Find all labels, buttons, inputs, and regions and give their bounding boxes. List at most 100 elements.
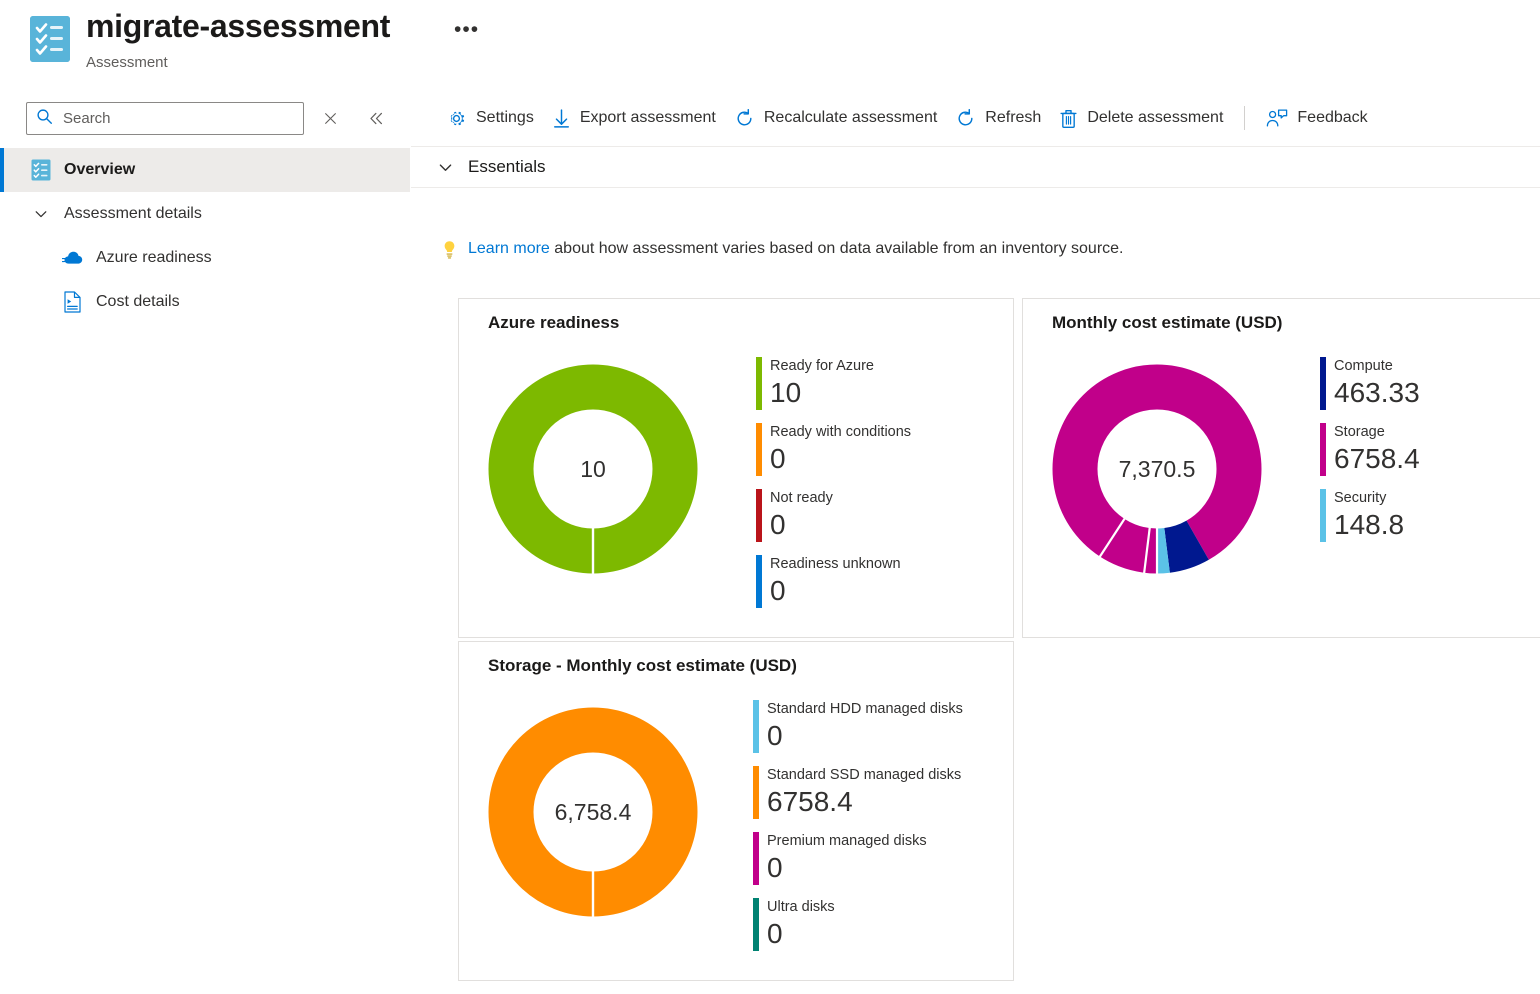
legend-label: Ready for Azure [770,358,874,374]
search-icon [36,108,53,130]
info-banner-text: Learn more about how assessment varies b… [468,238,1123,260]
donut-center-value: 7,370.5 [1118,455,1196,482]
page-header: migrate-assessment Assessment ••• [0,0,1540,90]
legend-value: 0 [770,443,786,474]
delete-assessment-button[interactable]: Delete assessment [1050,98,1232,138]
toolbar-item-label: Refresh [985,109,1042,126]
legend-value: 10 [770,377,802,408]
legend-value: 0 [767,852,783,883]
legend-item[interactable]: Readiness unknown 0 [756,555,911,608]
legend-item[interactable]: Not ready 0 [756,489,911,542]
azure-readiness-card: Azure readiness 10 Ready for Azure 10 Re… [458,298,1014,638]
essentials-divider-line [411,187,1540,188]
assessment-checklist-icon [30,159,52,181]
monthly-cost-donut-chart[interactable]: 7,370.5 [1051,363,1263,575]
legend-value: 0 [770,509,786,540]
legend-swatch-not-ready [756,489,762,542]
toolbar-divider-line [411,146,1540,147]
sidebar-item-label: Overview [64,161,136,178]
sidebar-group-label: Assessment details [64,205,202,222]
recalculate-assessment-button[interactable]: Recalculate assessment [725,98,946,138]
legend-item[interactable]: Ready with conditions 0 [756,423,911,476]
chevron-down-icon [30,206,52,222]
azure-readiness-donut-chart[interactable]: 10 [487,363,699,575]
legend-label: Readiness unknown [770,556,901,572]
legend-item[interactable]: Ultra disks 0 [753,898,963,951]
donut-center-value: 6,758.4 [554,798,632,825]
refresh-circle-icon [955,108,976,129]
chevron-down-icon [437,159,454,176]
assessment-checklist-icon [30,16,70,62]
legend-item[interactable]: Compute 463.33 [1320,357,1420,410]
legend-label: Standard HDD managed disks [767,701,963,717]
collapse-sidebar-icon[interactable] [362,104,390,132]
command-toolbar: Settings Export assessment Recalculate a… [411,90,1540,146]
legend-label: Storage [1334,424,1385,440]
legend-value: 6758.4 [767,786,853,817]
card-title: Azure readiness [488,313,620,332]
legend-label: Security [1334,490,1387,506]
toolbar-divider [1244,106,1246,130]
legend-label: Not ready [770,490,833,506]
toolbar-item-label: Export assessment [579,109,716,126]
legend-item[interactable]: Security 148.8 [1320,489,1420,542]
legend-swatch-readiness-unknown [756,555,762,608]
learn-more-link[interactable]: Learn more [468,240,550,257]
info-banner: Learn more about how assessment varies b… [441,238,1123,264]
search-box[interactable] [26,102,304,135]
toolbar-item-label: Delete assessment [1087,109,1224,126]
settings-button[interactable]: Settings [437,98,543,138]
monthly-cost-estimate-card: Monthly cost estimate (USD) 7,370.5 Comp… [1022,298,1540,638]
info-banner-rest: about how assessment varies based on dat… [549,240,1124,257]
legend-value: 0 [767,720,783,751]
search-clear-icon[interactable] [316,104,344,132]
legend-item[interactable]: Standard HDD managed disks 0 [753,700,963,753]
sidebar-item-overview[interactable]: Overview [0,148,410,192]
legend-value: 0 [770,575,786,606]
card-title: Monthly cost estimate (USD) [1052,313,1283,332]
more-options-button[interactable]: ••• [448,16,485,44]
sidebar-item-label: Azure readiness [96,249,212,266]
storage-cost-donut-chart[interactable]: 6,758.4 [487,706,699,918]
toolbar-item-label: Feedback [1297,109,1368,126]
storage-monthly-cost-card: Storage - Monthly cost estimate (USD) 6,… [458,641,1014,981]
legend-label: Ultra disks [767,899,835,915]
card-title: Storage - Monthly cost estimate (USD) [488,656,797,675]
download-arrow-icon [552,108,571,129]
sidebar-nav: Overview Assessment details Azure readin… [0,148,410,324]
legend-label: Premium managed disks [767,833,927,849]
document-icon [62,291,84,313]
sidebar-item-label: Cost details [96,293,180,310]
lightbulb-icon [441,240,458,264]
legend-label: Ready with conditions [770,424,912,440]
legend-item[interactable]: Storage 6758.4 [1320,423,1420,476]
legend-swatch-security [1320,489,1326,542]
refresh-circle-icon [734,108,755,129]
sidebar-item-azure-readiness[interactable]: Azure readiness [0,236,410,280]
legend-value: 6758.4 [1334,443,1420,474]
legend-label: Standard SSD managed disks [767,767,962,783]
storage-cost-legend: Standard HDD managed disks 0 Standard SS… [753,700,963,964]
legend-item[interactable]: Standard SSD managed disks 6758.4 [753,766,963,819]
refresh-button[interactable]: Refresh [946,98,1050,138]
essentials-section-toggle[interactable]: Essentials [437,148,545,186]
legend-swatch-storage [1320,423,1326,476]
sidebar-item-cost-details[interactable]: Cost details [0,280,410,324]
legend-item[interactable]: Ready for Azure 10 [756,357,911,410]
search-input[interactable] [61,104,276,133]
monthly-cost-legend: Compute 463.33 Storage 6758.4 Security 1… [1320,357,1420,555]
sidebar-group-assessment-details[interactable]: Assessment details [0,192,410,236]
export-assessment-button[interactable]: Export assessment [543,98,725,138]
legend-label: Compute [1334,358,1393,374]
legend-item[interactable]: Premium managed disks 0 [753,832,963,885]
legend-swatch-compute [1320,357,1326,410]
content-pane: Settings Export assessment Recalculate a… [411,90,1540,994]
feedback-button[interactable]: Feedback [1257,98,1376,138]
cloud-icon [62,247,84,269]
donut-center-value: 10 [580,455,606,482]
legend-value: 148.8 [1334,509,1405,540]
legend-value: 0 [767,918,783,949]
essentials-label: Essentials [468,157,546,176]
legend-swatch-standard-ssd [753,766,759,819]
trash-icon [1059,108,1078,129]
